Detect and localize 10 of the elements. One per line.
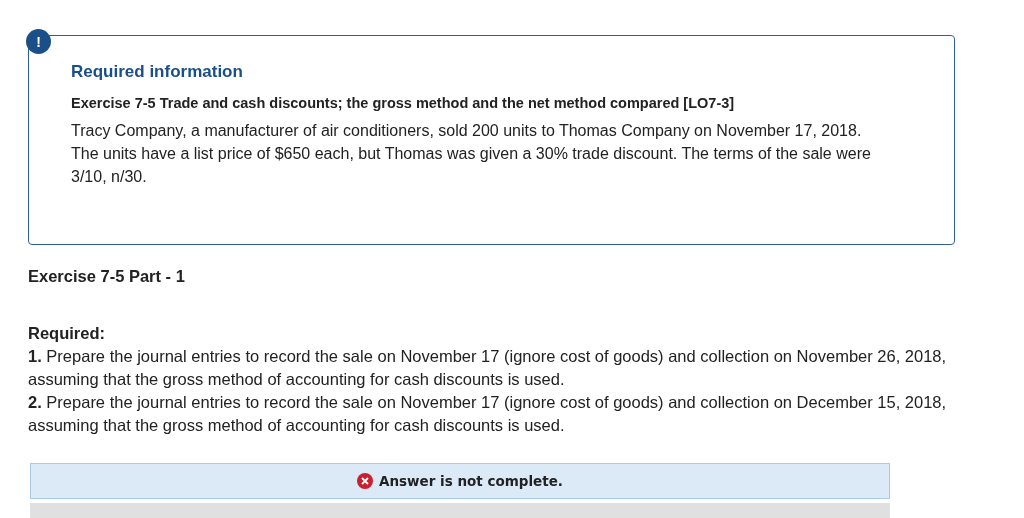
alert-badge: ! — [26, 29, 51, 54]
requirement-text: 1. Prepare the journal entries to record the sale on November 17 (ignore cost of goods) and collection on November 26, 2018, assuming that the gross method of accounting for cash discounts is used. — [28, 346, 948, 390]
required-heading: Required: — [28, 323, 106, 344]
error-icon — [357, 473, 373, 489]
part-title: Exercise 7-5 Part - 1 — [28, 267, 186, 286]
answer-status-text: Answer is not complete. — [379, 473, 563, 489]
card-title: Required information — [71, 62, 244, 82]
exercise-description: Tracy Company, a manufacturer of air conditioners, sold 200 units to Thomas Company on November 17, 2018. The units have a list price of $650 each, but Thomas was given a 30% trade discount. The terms of the sale were 3/10, n/30. — [71, 121, 872, 187]
requirement-text: 2. Prepare the journal entries to record the sale on November 17 (ignore cost of goods) and collection on December 15, 2018, assuming that the gross method of accounting for cash discounts is used. — [28, 392, 948, 436]
exercise-subtitle: Exercise 7-5 Trade and cash discounts; the gross method and the net method compared [LO7-3] — [71, 95, 736, 111]
